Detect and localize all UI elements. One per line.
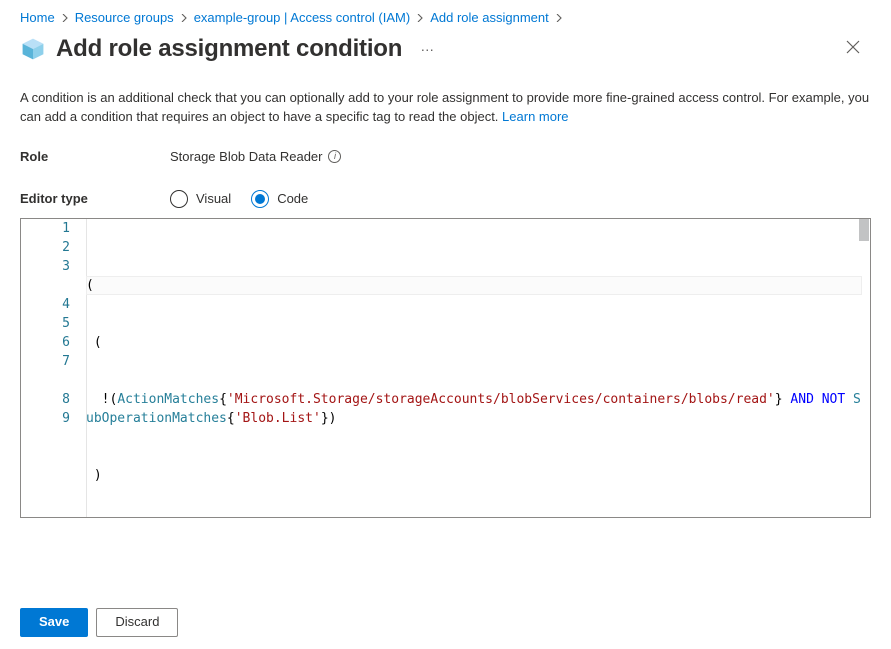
code-area-content[interactable]: ( ( !(ActionMatches{'Microsoft.Storage/s… [86,219,870,517]
resource-cube-icon [20,36,46,62]
code-line: !(ActionMatches{'Microsoft.Storage/stora… [86,390,862,428]
chevron-right-icon [416,11,424,25]
breadcrumb-home[interactable]: Home [20,10,55,25]
page-header: Add role assignment condition … [0,35,891,67]
breadcrumb-resource-groups[interactable]: Resource groups [75,10,174,25]
line-number: 4 [21,295,70,314]
code-line: ) [86,466,862,485]
role-label: Role [20,149,170,164]
line-number: 3 [21,257,70,295]
line-number: 8 [21,390,70,409]
page-title: Add role assignment condition [56,35,402,63]
scrollbar-thumb[interactable] [859,219,869,241]
line-number: 9 [21,409,70,428]
close-button[interactable] [843,37,863,57]
editor-type-field: Editor type Visual Code [20,190,871,208]
radio-code-label: Code [277,191,308,206]
breadcrumb: Home Resource groups example-group | Acc… [0,0,891,35]
role-field: Role Storage Blob Data Reader i [20,149,871,164]
line-number: 7 [21,352,70,390]
chevron-right-icon [61,11,69,25]
breadcrumb-example-group[interactable]: example-group | Access control (IAM) [194,10,411,25]
role-value-text: Storage Blob Data Reader [170,149,322,164]
code-line: ( [86,276,862,295]
editor-type-label: Editor type [20,191,170,206]
footer-actions: Save Discard [0,596,891,649]
role-value: Storage Blob Data Reader i [170,149,341,164]
code-gutter: 1 2 3 4 5 6 7 8 9 [21,219,86,517]
breadcrumb-add-role-assignment[interactable]: Add role assignment [430,10,549,25]
main-content: A condition is an additional check that … [0,67,891,518]
chevron-right-icon [555,11,563,25]
page-description: A condition is an additional check that … [20,89,870,127]
chevron-right-icon [180,11,188,25]
line-number: 1 [21,219,70,238]
code-line: ( [86,333,862,352]
radio-icon [170,190,188,208]
save-button[interactable]: Save [20,608,88,637]
line-number: 6 [21,333,70,352]
discard-button[interactable]: Discard [96,608,178,637]
line-number: 5 [21,314,70,333]
info-icon[interactable]: i [328,150,341,163]
radio-visual-label: Visual [196,191,231,206]
more-options-icon[interactable]: … [420,39,436,53]
editor-type-visual-radio[interactable]: Visual [170,190,231,208]
line-number: 2 [21,238,70,257]
learn-more-link[interactable]: Learn more [502,109,568,124]
editor-type-code-radio[interactable]: Code [251,190,308,208]
editor-type-radio-group: Visual Code [170,190,308,208]
code-editor[interactable]: 1 2 3 4 5 6 7 8 9 ( ( !(ActionMatches{'M… [20,218,871,518]
radio-icon [251,190,269,208]
description-text: A condition is an additional check that … [20,90,869,124]
